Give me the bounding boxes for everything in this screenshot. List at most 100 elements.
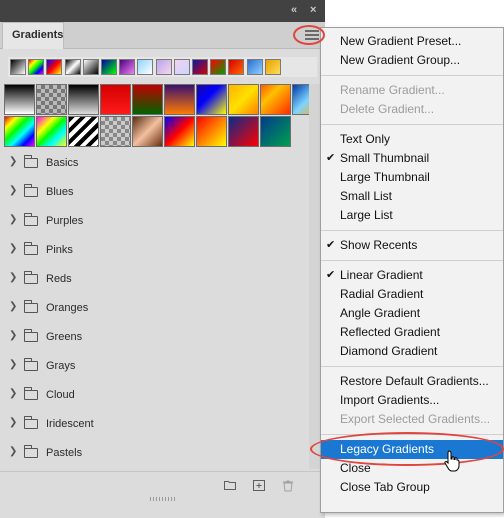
- menu-item-label: Export Selected Gradients...: [340, 412, 491, 426]
- menu-separator: [321, 124, 503, 125]
- menu-item-new-gradient-group[interactable]: New Gradient Group...: [321, 51, 503, 70]
- chevron-right-icon[interactable]: ❯: [9, 214, 17, 225]
- recent-gradient-swatch[interactable]: [228, 59, 245, 75]
- menu-separator: [321, 260, 503, 261]
- folder-row[interactable]: ❯ Grays: [0, 352, 309, 381]
- recent-gradient-swatch[interactable]: [210, 59, 227, 75]
- recent-gradient-swatch[interactable]: [10, 59, 26, 75]
- menu-item-import-gradients[interactable]: Import Gradients...: [321, 391, 503, 410]
- menu-item-rename-gradient[interactable]: Rename Gradient...: [321, 81, 503, 100]
- gradient-swatch[interactable]: [4, 84, 35, 115]
- menu-item-restore-default-gradients[interactable]: Restore Default Gradients...: [321, 372, 503, 391]
- trash-icon[interactable]: [282, 480, 294, 492]
- recent-gradient-swatch[interactable]: [192, 59, 208, 75]
- new-gradient-icon[interactable]: [253, 480, 265, 491]
- folder-icon: [23, 358, 38, 371]
- folder-icon: [23, 300, 38, 313]
- chevron-right-icon[interactable]: ❯: [9, 185, 17, 196]
- menu-item-text-only[interactable]: Text Only: [321, 130, 503, 149]
- gradient-swatch[interactable]: [100, 116, 131, 147]
- gradient-swatch[interactable]: [164, 116, 195, 147]
- chevron-right-icon[interactable]: ❯: [9, 330, 17, 341]
- folder-row[interactable]: ❯ Greens: [0, 323, 309, 352]
- gradient-swatch[interactable]: [228, 84, 259, 115]
- chevron-right-icon[interactable]: ❯: [9, 417, 17, 428]
- menu-item-label: Linear Gradient: [340, 268, 423, 282]
- collapse-icon[interactable]: «: [291, 4, 297, 16]
- resize-grip[interactable]: [150, 497, 176, 501]
- chevron-right-icon[interactable]: ❯: [9, 388, 17, 399]
- menu-item-label: Radial Gradient: [340, 287, 424, 301]
- menu-item-show-recents[interactable]: ✔ Show Recents: [321, 236, 503, 255]
- chevron-right-icon[interactable]: ❯: [9, 243, 17, 254]
- menu-item-angle-gradient[interactable]: Angle Gradient: [321, 304, 503, 323]
- menu-item-small-list[interactable]: Small List: [321, 187, 503, 206]
- chevron-right-icon[interactable]: ❯: [9, 359, 17, 370]
- menu-item-label: Small Thumbnail: [340, 151, 430, 165]
- chevron-right-icon[interactable]: ❯: [9, 301, 17, 312]
- recent-gradient-swatch[interactable]: [155, 59, 172, 75]
- gradient-swatch[interactable]: [4, 116, 35, 147]
- recent-gradient-swatch[interactable]: [101, 59, 117, 75]
- folder-row[interactable]: ❯ Pastels: [0, 439, 309, 468]
- gradient-swatch[interactable]: [196, 116, 227, 147]
- folder-row[interactable]: ❯ Iridescent: [0, 410, 309, 439]
- recent-gradient-swatch[interactable]: [119, 59, 136, 75]
- mouse-cursor-icon: [444, 450, 460, 477]
- menu-item-label: New Gradient Group...: [340, 53, 461, 67]
- folder-label: Oranges: [46, 302, 89, 314]
- folder-row[interactable]: ❯ Blues: [0, 178, 309, 207]
- gradient-swatch[interactable]: [260, 84, 291, 115]
- new-group-folder-icon[interactable]: [224, 480, 236, 490]
- menu-item-new-gradient-preset[interactable]: New Gradient Preset...: [321, 32, 503, 51]
- gradient-swatch[interactable]: [132, 84, 163, 115]
- tab-gradients[interactable]: Gradients: [2, 22, 64, 49]
- gradient-swatch[interactable]: [196, 84, 227, 115]
- folder-icon: [23, 271, 38, 284]
- menu-item-large-thumbnail[interactable]: Large Thumbnail: [321, 168, 503, 187]
- gradient-swatch[interactable]: [164, 84, 195, 115]
- menu-item-linear-gradient[interactable]: ✔ Linear Gradient: [321, 266, 503, 285]
- menu-separator: [321, 230, 503, 231]
- menu-item-radial-gradient[interactable]: Radial Gradient: [321, 285, 503, 304]
- menu-item-reflected-gradient[interactable]: Reflected Gradient: [321, 323, 503, 342]
- menu-item-diamond-gradient[interactable]: Diamond Gradient: [321, 342, 503, 361]
- folder-row[interactable]: ❯ Reds: [0, 265, 309, 294]
- chevron-right-icon[interactable]: ❯: [9, 272, 17, 283]
- chevron-right-icon[interactable]: ❯: [9, 446, 17, 457]
- folder-row[interactable]: ❯ Pinks: [0, 236, 309, 265]
- gradient-swatch[interactable]: [100, 84, 131, 115]
- menu-item-close-tab-group[interactable]: Close Tab Group: [321, 478, 503, 497]
- folder-row[interactable]: ❯ Basics: [0, 149, 309, 178]
- gradient-swatch[interactable]: [68, 116, 99, 147]
- close-icon[interactable]: ×: [310, 4, 316, 16]
- recent-gradient-swatch[interactable]: [264, 59, 281, 75]
- menu-item-delete-gradient[interactable]: Delete Gradient...: [321, 100, 503, 119]
- recent-gradient-swatch[interactable]: [28, 59, 45, 75]
- gradient-swatch[interactable]: [36, 84, 67, 115]
- menu-separator: [321, 75, 503, 76]
- recent-gradient-swatch[interactable]: [173, 59, 190, 75]
- folder-row[interactable]: ❯ Cloud: [0, 381, 309, 410]
- gradient-swatch[interactable]: [68, 84, 99, 115]
- folder-label: Pinks: [46, 244, 73, 256]
- gradient-swatch[interactable]: [260, 116, 291, 147]
- menu-item-export-selected-gradients[interactable]: Export Selected Gradients...: [321, 410, 503, 429]
- chevron-right-icon[interactable]: ❯: [9, 156, 17, 167]
- folder-row[interactable]: ❯ Oranges: [0, 294, 309, 323]
- recent-gradient-swatch[interactable]: [46, 59, 63, 75]
- folder-icon: [23, 155, 38, 168]
- recent-gradient-swatch[interactable]: [246, 59, 263, 75]
- gradient-swatch[interactable]: [132, 116, 163, 147]
- recent-gradient-swatch[interactable]: [82, 59, 99, 75]
- folder-row[interactable]: ❯ Purples: [0, 207, 309, 236]
- gradient-swatch[interactable]: [228, 116, 259, 147]
- menu-item-label: New Gradient Preset...: [340, 34, 462, 48]
- menu-item-large-list[interactable]: Large List: [321, 206, 503, 225]
- recent-gradient-swatch[interactable]: [64, 59, 81, 75]
- folder-label: Reds: [46, 273, 72, 285]
- tab-gradients-label: Gradients: [12, 29, 64, 41]
- recent-gradient-swatch[interactable]: [137, 59, 154, 75]
- menu-item-small-thumbnail[interactable]: ✔ Small Thumbnail: [321, 149, 503, 168]
- gradient-swatch[interactable]: [36, 116, 67, 147]
